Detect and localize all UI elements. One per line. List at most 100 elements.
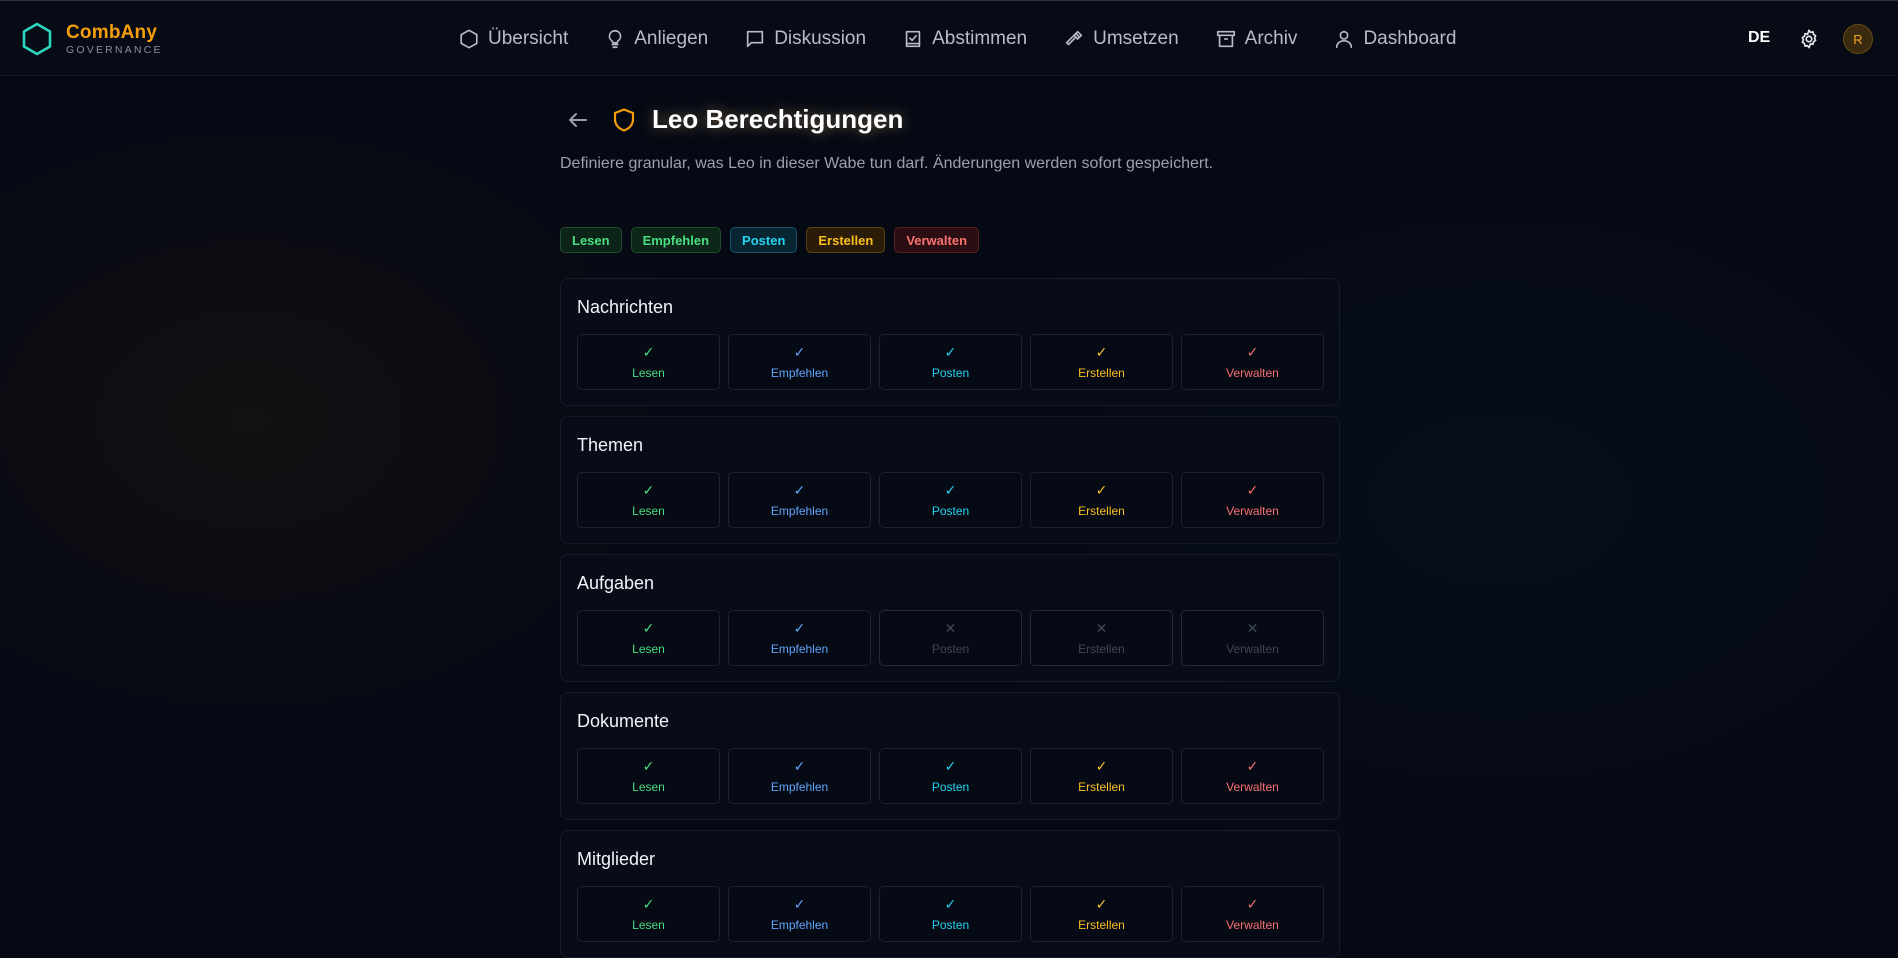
archive-icon <box>1216 30 1235 48</box>
permission-toggle-lesen[interactable]: ✓ Lesen <box>577 334 720 390</box>
nav-item-abstimmen[interactable]: Abstimmen <box>902 28 1027 50</box>
permission-toggle-erstellen[interactable]: ✕ Erstellen <box>1030 610 1173 666</box>
permission-toggle-posten[interactable]: ✓ Posten <box>879 748 1022 804</box>
shield-icon <box>613 107 635 132</box>
check-icon: ✓ <box>944 757 957 774</box>
check-icon: ✓ <box>1095 895 1108 912</box>
check-icon: ✓ <box>642 481 655 498</box>
nav-label: Diskussion <box>774 28 867 49</box>
permission-label: Lesen <box>632 503 665 518</box>
permission-toggle-verwalten[interactable]: ✕ Verwalten <box>1181 610 1324 666</box>
app-subtitle: GOVERNANCE <box>66 43 163 56</box>
check-icon: ✓ <box>642 343 655 360</box>
check-icon: ✓ <box>642 895 655 912</box>
page-title: Leo Berechtigungen <box>652 104 904 134</box>
card-title: Dokumente <box>577 711 670 731</box>
nav-item-diskussion[interactable]: Diskussion <box>744 28 866 50</box>
permission-toggle-empfehlen[interactable]: ✓ Empfehlen <box>728 610 871 666</box>
x-icon: ✕ <box>1246 619 1259 636</box>
permission-label: Verwalten <box>1226 779 1279 794</box>
permission-label: Erstellen <box>1078 917 1125 932</box>
nav-item-uebersicht[interactable]: Übersicht <box>458 28 568 50</box>
check-icon: ✓ <box>793 619 806 636</box>
permission-toggle-empfehlen[interactable]: ✓ Empfehlen <box>728 748 871 804</box>
legend-tag-verwalten: Verwalten <box>894 227 980 253</box>
permission-label: Erstellen <box>1078 503 1125 518</box>
legend-tag-lesen: Lesen <box>560 227 622 253</box>
ballot-icon <box>905 30 921 48</box>
nav-label: Übersicht <box>488 28 569 49</box>
card-title: Mitglieder <box>577 849 656 869</box>
permission-row: ✓ Lesen ✓ Empfehlen ✓ Posten ✓ Erstellen ✓ Verwal… <box>577 748 1324 804</box>
permission-card-aufgaben: Aufgaben ✓ Lesen ✓ Empfehlen ✕ Posten ✕ Erstelle… <box>560 554 1340 682</box>
hexagon-logo-icon <box>22 22 52 56</box>
check-icon: ✓ <box>1246 757 1259 774</box>
permission-label: Erstellen <box>1078 779 1125 794</box>
permission-legend: Lesen Empfehlen Posten Erstellen Verwalt… <box>560 227 988 253</box>
card-title: Nachrichten <box>577 297 674 317</box>
permission-toggle-verwalten[interactable]: ✓ Verwalten <box>1181 472 1324 528</box>
permission-toggle-erstellen[interactable]: ✓ Erstellen <box>1030 886 1173 942</box>
permission-toggle-lesen[interactable]: ✓ Lesen <box>577 610 720 666</box>
permission-toggle-posten[interactable]: ✓ Posten <box>879 472 1022 528</box>
gear-icon[interactable] <box>1798 28 1820 50</box>
permission-toggle-posten[interactable]: ✓ Posten <box>879 334 1022 390</box>
permission-toggle-verwalten[interactable]: ✓ Verwalten <box>1181 748 1324 804</box>
card-title: Themen <box>577 435 644 455</box>
nav-label: Archiv <box>1244 28 1298 49</box>
permission-label: Empfehlen <box>770 917 829 932</box>
card-title: Aufgaben <box>577 573 655 593</box>
nav-label: Abstimmen <box>932 28 1028 49</box>
nav-item-umsetzen[interactable]: Umsetzen <box>1063 28 1179 50</box>
check-icon: ✓ <box>642 757 655 774</box>
permission-label: Posten <box>931 641 970 656</box>
check-icon: ✓ <box>793 343 806 360</box>
permission-label: Lesen <box>632 779 665 794</box>
user-icon <box>1336 30 1353 49</box>
check-icon: ✓ <box>944 895 957 912</box>
permission-label: Verwalten <box>1226 641 1279 656</box>
permission-toggle-lesen[interactable]: ✓ Lesen <box>577 748 720 804</box>
permission-toggle-erstellen[interactable]: ✓ Erstellen <box>1030 472 1173 528</box>
permission-toggle-lesen[interactable]: ✓ Lesen <box>577 472 720 528</box>
language-switch[interactable]: DE <box>1748 29 1770 47</box>
nav-label: Anliegen <box>634 28 709 49</box>
app-logo[interactable]: CombAny GOVERNANCE <box>20 21 163 57</box>
permission-row: ✓ Lesen ✓ Empfehlen ✓ Posten ✓ Erstellen ✓ Verwal… <box>577 472 1324 528</box>
permission-label: Empfehlen <box>770 503 829 518</box>
permission-toggle-erstellen[interactable]: ✓ Erstellen <box>1030 334 1173 390</box>
permission-toggle-empfehlen[interactable]: ✓ Empfehlen <box>728 334 871 390</box>
permission-label: Empfehlen <box>770 641 829 656</box>
check-icon: ✓ <box>944 343 957 360</box>
arrow-left-icon[interactable] <box>564 106 592 134</box>
permission-toggle-erstellen[interactable]: ✓ Erstellen <box>1030 748 1173 804</box>
permission-toggle-posten[interactable]: ✓ Posten <box>879 886 1022 942</box>
permission-toggle-lesen[interactable]: ✓ Lesen <box>577 886 720 942</box>
main-nav: Übersicht Anliegen Diskussion Abstimmen … <box>458 1 1456 77</box>
nav-item-archiv[interactable]: Archiv <box>1215 28 1298 50</box>
avatar[interactable]: R <box>1843 24 1873 54</box>
permission-card-mitglieder: Mitglieder ✓ Lesen ✓ Empfehlen ✓ Posten ✓ Erstel… <box>560 830 1340 958</box>
permission-toggle-verwalten[interactable]: ✓ Verwalten <box>1181 334 1324 390</box>
permission-label: Posten <box>931 917 970 932</box>
permission-label: Verwalten <box>1226 917 1279 932</box>
lightbulb-icon <box>608 29 622 49</box>
permission-label: Lesen <box>632 641 665 656</box>
check-icon: ✓ <box>793 481 806 498</box>
check-icon: ✓ <box>1246 343 1259 360</box>
permission-label: Lesen <box>632 365 665 380</box>
permission-label: Empfehlen <box>770 779 829 794</box>
nav-item-anliegen[interactable]: Anliegen <box>604 28 708 50</box>
permission-label: Lesen <box>632 917 665 932</box>
permission-toggle-empfehlen[interactable]: ✓ Empfehlen <box>728 472 871 528</box>
nav-item-dashboard[interactable]: Dashboard <box>1333 28 1456 50</box>
permission-label: Empfehlen <box>770 365 829 380</box>
permission-row: ✓ Lesen ✓ Empfehlen ✓ Posten ✓ Erstellen ✓ Verwal… <box>577 334 1324 390</box>
permission-toggle-posten[interactable]: ✕ Posten <box>879 610 1022 666</box>
permission-label: Erstellen <box>1078 641 1125 656</box>
permission-row: ✓ Lesen ✓ Empfehlen ✓ Posten ✓ Erstellen ✓ Verwal… <box>577 886 1324 942</box>
nav-label: Umsetzen <box>1093 28 1179 49</box>
permission-toggle-verwalten[interactable]: ✓ Verwalten <box>1181 886 1324 942</box>
permission-card-nachrichten: Nachrichten ✓ Lesen ✓ Empfehlen ✓ Posten ✓ Erste… <box>560 278 1340 406</box>
permission-toggle-empfehlen[interactable]: ✓ Empfehlen <box>728 886 871 942</box>
